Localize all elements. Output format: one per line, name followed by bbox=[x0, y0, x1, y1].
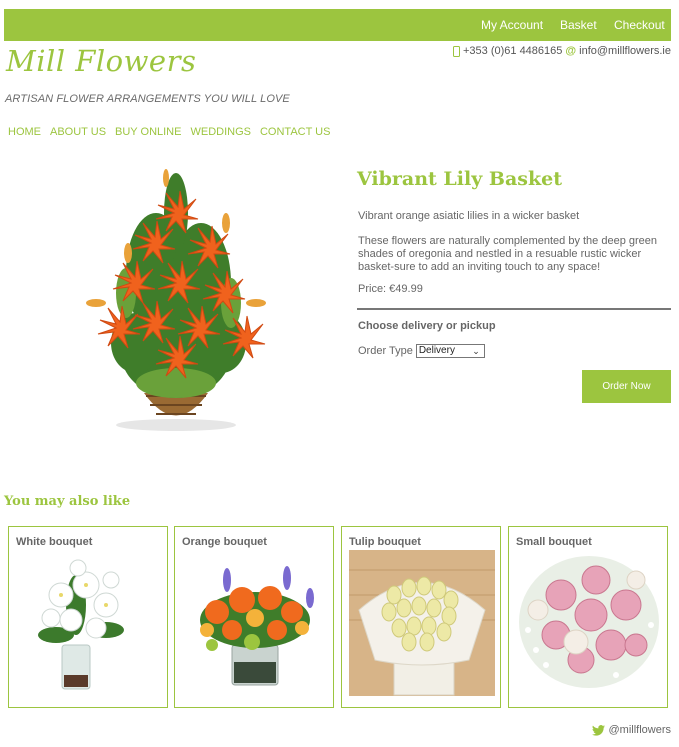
divider bbox=[357, 308, 671, 310]
related-card-white-bouquet[interactable]: White bouquet bbox=[8, 526, 168, 708]
nav-home[interactable]: HOME bbox=[8, 126, 41, 138]
main-nav: HOME ABOUT US BUY ONLINE WEDDINGS CONTAC… bbox=[8, 126, 330, 138]
tagline: ARTISAN FLOWER ARRANGEMENTS YOU WILL LOV… bbox=[5, 93, 290, 105]
related-card-title: Orange bouquet bbox=[182, 536, 267, 548]
related-card-orange-bouquet[interactable]: Orange bouquet bbox=[174, 526, 334, 708]
phone-number: +353 (0)61 4486165 bbox=[463, 45, 563, 57]
contact-info: +353 (0)61 4486165 @ info@millflowers.ie bbox=[453, 45, 671, 57]
white-bouquet-image bbox=[38, 559, 124, 690]
orange-bouquet-image bbox=[200, 566, 314, 686]
related-card-small-bouquet[interactable]: Small bouquet bbox=[508, 526, 668, 708]
small-bouquet-image bbox=[516, 550, 662, 696]
at-icon: @ bbox=[565, 45, 577, 57]
order-type-value: Delivery bbox=[418, 345, 455, 356]
related-card-title: Small bouquet bbox=[516, 536, 592, 548]
basket-link[interactable]: Basket bbox=[560, 18, 597, 32]
product-subtitle: Vibrant orange asiatic lilies in a wicke… bbox=[358, 210, 580, 222]
product-description: These flowers are naturally complemented… bbox=[358, 235, 658, 273]
nav-about-us[interactable]: ABOUT US bbox=[50, 126, 106, 138]
related-card-tulip-bouquet[interactable]: Tulip bouquet bbox=[341, 526, 501, 708]
email-address[interactable]: info@millflowers.ie bbox=[579, 45, 671, 57]
twitter-icon bbox=[592, 724, 606, 736]
product-title: Vibrant Lily Basket bbox=[357, 168, 562, 190]
product-image bbox=[86, 169, 266, 431]
delivery-heading: Choose delivery or pickup bbox=[358, 320, 496, 332]
chevron-down-icon: ⌄ bbox=[472, 346, 480, 356]
my-account-link[interactable]: My Account bbox=[481, 18, 543, 32]
order-now-button[interactable]: Order Now bbox=[582, 370, 671, 403]
order-type-row: Order Type Delivery ⌄ bbox=[358, 344, 485, 358]
checkout-link[interactable]: Checkout bbox=[614, 18, 665, 32]
nav-weddings[interactable]: WEDDINGS bbox=[190, 126, 251, 138]
top-bar: My Account Basket Checkout bbox=[4, 9, 671, 41]
nav-contact-us[interactable]: CONTACT US bbox=[260, 126, 331, 138]
order-type-label: Order Type bbox=[358, 345, 413, 357]
related-card-title: White bouquet bbox=[16, 536, 93, 548]
related-heading: You may also like bbox=[4, 494, 131, 509]
order-type-select[interactable]: Delivery ⌄ bbox=[415, 344, 485, 358]
tulip-bouquet-image bbox=[349, 550, 495, 696]
nav-buy-online[interactable]: BUY ONLINE bbox=[115, 126, 181, 138]
phone-icon bbox=[453, 45, 460, 57]
twitter-link[interactable]: @millflowers bbox=[592, 724, 671, 736]
site-logo[interactable]: Mill Flowers bbox=[6, 44, 196, 78]
product-price: Price: €49.99 bbox=[358, 283, 423, 295]
related-card-title: Tulip bouquet bbox=[349, 536, 421, 548]
twitter-handle: @millflowers bbox=[608, 724, 671, 736]
